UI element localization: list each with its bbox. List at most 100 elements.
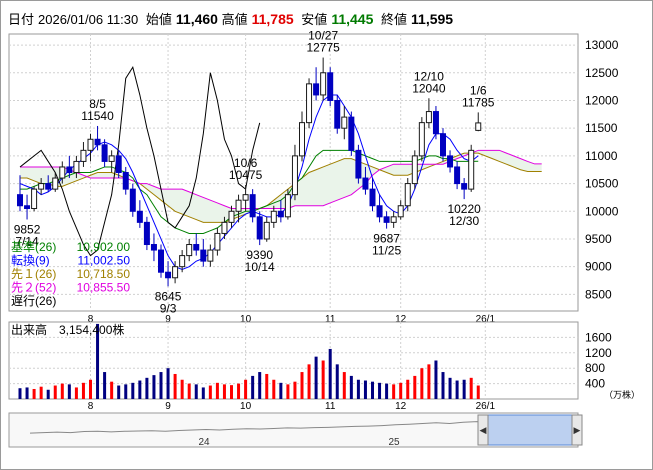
candle-body <box>129 188 136 212</box>
candle-body <box>31 188 38 210</box>
volume-bar <box>392 384 396 399</box>
volume-bar <box>321 360 325 399</box>
volume-x-tick-label: 8 <box>88 401 94 412</box>
candle-body <box>221 221 228 234</box>
candle-body <box>249 194 256 218</box>
volume-bar <box>208 385 212 399</box>
volume-bar <box>420 368 424 399</box>
extreme-value: 11/25 <box>372 244 401 258</box>
volume-x-tick-label: 9 <box>165 401 171 412</box>
volume-unit: （万株） <box>604 389 640 400</box>
volume-x-tick-label: 10 <box>240 401 252 412</box>
extreme-value: 12040 <box>412 81 446 95</box>
volume-tick-label: 800 <box>585 361 605 375</box>
volume-bar <box>272 379 276 399</box>
y-tick-label: 9500 <box>585 232 612 246</box>
volume-bar <box>314 356 318 399</box>
volume-bar <box>194 384 198 399</box>
extreme-value: 12775 <box>306 41 340 55</box>
y-tick-label: 13000 <box>585 38 619 52</box>
candle-body <box>150 244 157 251</box>
candle-body <box>418 122 425 157</box>
candle-body <box>101 144 108 162</box>
volume-bar <box>159 372 163 399</box>
volume-bar <box>293 381 297 399</box>
volume-bar <box>335 364 339 399</box>
candle-body <box>66 166 73 174</box>
candle-body <box>17 194 23 207</box>
volume-x-tick-label: 11 <box>325 401 336 412</box>
candle-body <box>122 172 129 190</box>
candle-body <box>447 155 454 168</box>
volume-bar <box>230 385 233 399</box>
candle-body <box>108 155 115 162</box>
y-tick-label: 10000 <box>585 204 619 218</box>
volume-bar <box>187 383 191 399</box>
candle-body <box>383 216 390 223</box>
volume-bar <box>328 348 332 399</box>
volume-bar <box>152 375 156 399</box>
candle-body <box>235 199 242 212</box>
volume-bar <box>74 387 78 399</box>
candle-body <box>87 138 94 151</box>
extreme-value: 12/30 <box>449 214 479 228</box>
candle-body <box>355 149 362 179</box>
candle-body <box>432 111 439 135</box>
candle-body <box>186 244 193 257</box>
volume-bar <box>110 381 114 399</box>
volume-bar <box>427 364 431 399</box>
candle-body <box>242 194 249 201</box>
candle-body <box>172 266 179 279</box>
volume-bar <box>222 384 226 399</box>
candle-body <box>136 210 143 223</box>
candle-body <box>59 166 66 179</box>
legend-label: 先２(52) <box>11 281 56 295</box>
legend-value: 10,902.00 <box>77 240 131 254</box>
volume-bar <box>124 384 128 399</box>
volume-bar <box>349 375 353 399</box>
candle-body <box>45 183 52 190</box>
volume-bar <box>201 387 205 399</box>
candle-body <box>284 194 291 218</box>
volume-bar <box>476 385 480 399</box>
candle-body <box>306 83 313 124</box>
volume-bar <box>363 380 367 399</box>
legend-value: 10,718.50 <box>77 267 131 281</box>
volume-bar <box>215 382 219 399</box>
volume-bar <box>244 379 248 399</box>
extreme-value: 10475 <box>229 168 263 182</box>
candle-body <box>24 205 31 210</box>
y-tick-label: 9000 <box>585 260 612 274</box>
candle-body <box>313 83 320 96</box>
volume-bar <box>138 380 142 399</box>
volume-bar <box>406 379 410 399</box>
volume-x-tick-label: 26/1 <box>476 401 496 412</box>
volume-bar <box>371 381 374 399</box>
candle-body <box>376 205 383 218</box>
legend-label: 基準(26) <box>11 239 56 254</box>
candle-body <box>200 249 207 262</box>
volume-bar <box>173 373 177 399</box>
candle-body <box>214 232 221 251</box>
y-tick-label: 12000 <box>585 93 619 107</box>
candle-body <box>263 221 270 240</box>
volume-bar <box>25 387 29 399</box>
volume-bar <box>18 388 22 399</box>
volume-bar <box>300 372 304 399</box>
volume-bar <box>117 385 121 399</box>
volume-bar <box>356 379 360 399</box>
volume-bar <box>166 368 170 399</box>
candle-body <box>94 138 101 146</box>
legend-label: 先１(26) <box>11 267 56 281</box>
candle-body <box>461 183 468 190</box>
candle-body <box>327 72 334 101</box>
y-tick-label: 12500 <box>585 66 619 80</box>
navigator-window[interactable] <box>485 414 573 446</box>
candle-body <box>320 72 327 96</box>
volume-bar <box>279 382 283 399</box>
volume-bar <box>378 382 382 399</box>
candle-body <box>256 216 263 240</box>
candle-body <box>52 177 59 190</box>
extreme-value: 11785 <box>462 95 495 109</box>
volume-bar <box>67 384 71 399</box>
